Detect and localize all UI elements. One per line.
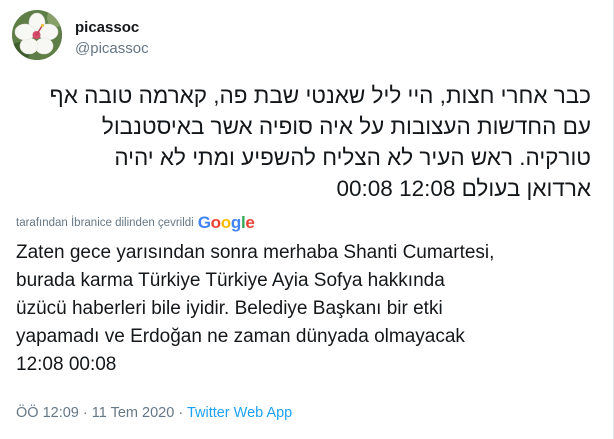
user-handle[interactable]: @picassoc <box>75 40 149 57</box>
flower-image <box>12 10 62 60</box>
google-logo[interactable]: Google <box>198 213 255 233</box>
google-letter: e <box>245 213 255 232</box>
tweet-date[interactable]: 11 Tem 2020 <box>92 405 175 421</box>
original-line: טורקיה. ראש העיר לא הצליח להשפיע ומתי לא… <box>114 145 591 170</box>
google-letter: o <box>210 213 221 232</box>
display-name[interactable]: picassoc <box>75 19 139 36</box>
translation-line: yapamadı ve Erdoğan ne zaman dünyada olm… <box>16 326 465 347</box>
google-letter: g <box>230 213 241 232</box>
translation-line: üzücü haberleri bile iyidir. Belediye Ba… <box>16 298 443 319</box>
meta-separator: · <box>178 405 184 421</box>
tweet-card: picassoc @picassoc כבר אחרי חצות, היי לי… <box>0 0 614 439</box>
meta-separator: · <box>82 405 88 421</box>
tweet-original-text: כבר אחרי חצות, היי ליל שאנטי שבת פה, קאר… <box>1 80 591 204</box>
translation-line: 12:08 00:08 <box>16 354 117 375</box>
translation-attribution: tarafından İbranice dilinden çevrildi Go… <box>16 213 255 233</box>
tweet-source-app[interactable]: Twitter Web App <box>187 405 292 421</box>
google-letter: G <box>197 213 211 232</box>
avatar[interactable] <box>12 10 62 60</box>
original-line: עם החדשות העצובות על איה סופיה אשר באיסט… <box>101 114 591 139</box>
tweet-translation-text: Zaten gece yarısından sonra merhaba Shan… <box>16 239 576 379</box>
translation-line: Zaten gece yarısından sonra merhaba Shan… <box>16 242 495 263</box>
original-line: כבר אחרי חצות, היי ליל שאנטי שבת פה, קאר… <box>49 83 591 108</box>
original-line: ארדואן בעולם 12:08 00:08 <box>336 176 591 201</box>
tweet-time[interactable]: ÖÖ 12:09 <box>16 405 79 421</box>
translation-line: burada karma Türkiye Türkiye Ayia Sofya … <box>16 270 445 291</box>
google-letter: o <box>220 213 231 232</box>
translated-by-label: tarafından İbranice dilinden çevrildi <box>16 217 194 229</box>
tweet-metadata: ÖÖ 12:09 · 11 Tem 2020 · Twitter Web App <box>16 405 292 421</box>
